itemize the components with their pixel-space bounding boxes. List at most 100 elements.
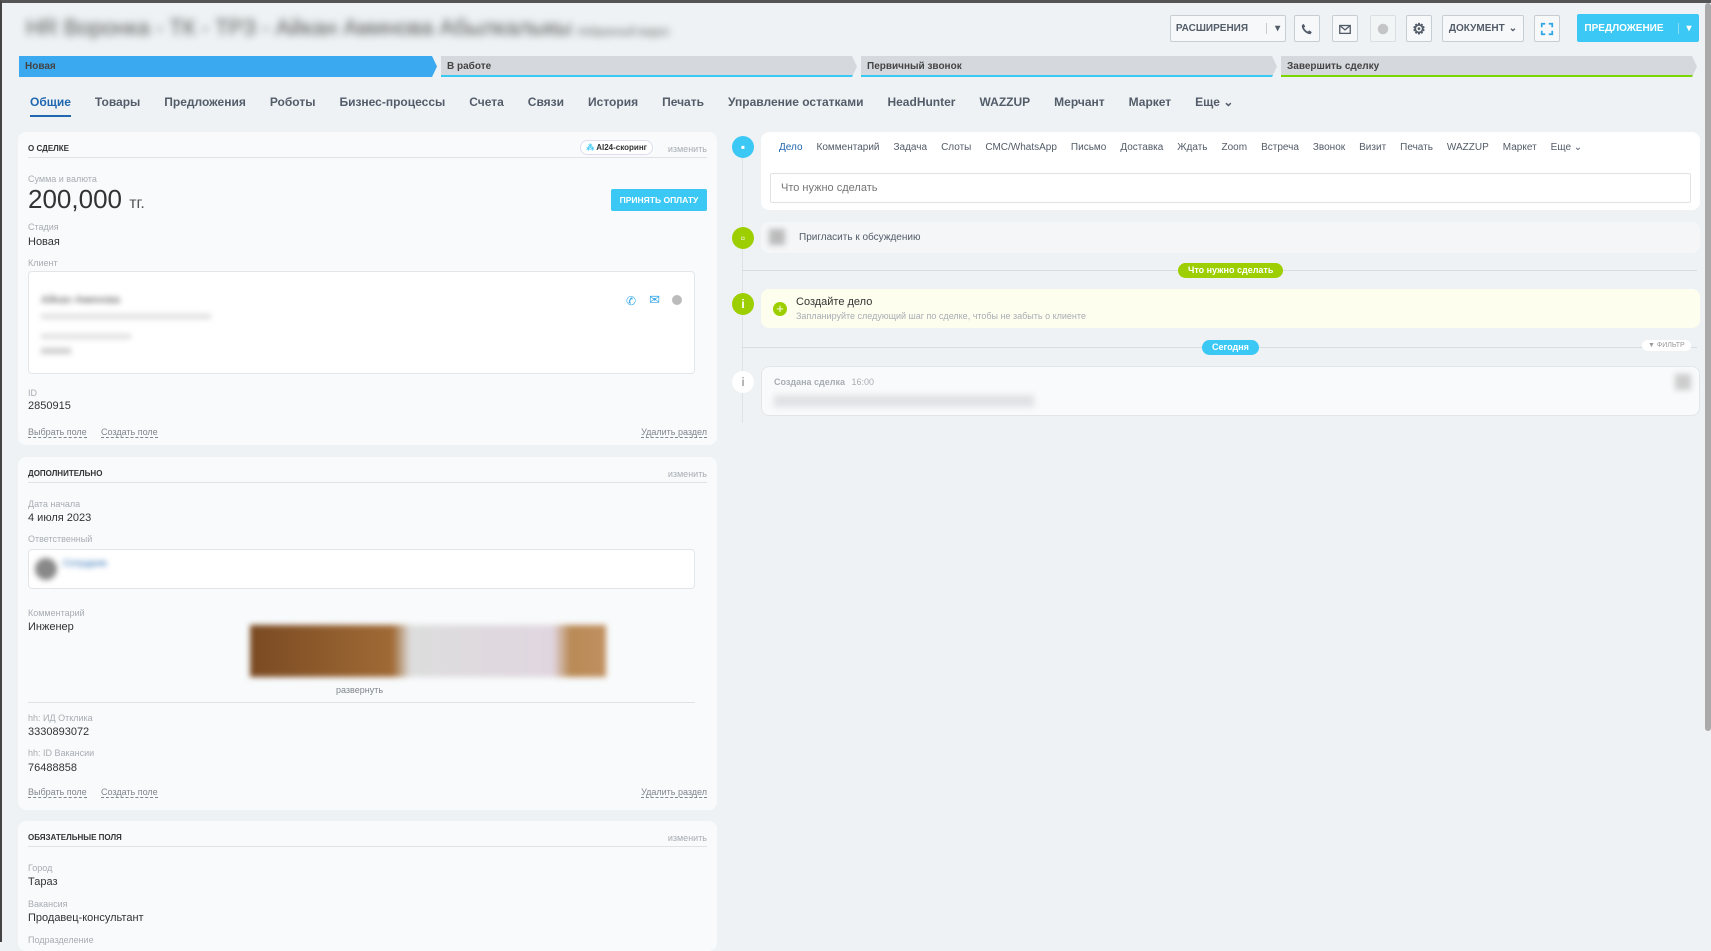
invite-block[interactable]: Пригласить к обсуждению [761,222,1700,253]
delete-section-link[interactable]: Удалить раздел [641,787,707,798]
tab-more[interactable]: Еще ⌄ [1195,95,1233,117]
stage-value: Новая [28,236,60,248]
ai-scoring-badge[interactable]: ⁂ AI24-скоринг [580,140,653,155]
tab-comment[interactable]: Комментарий [817,142,880,153]
stage-in-progress[interactable]: В работе [441,56,857,77]
edit-link[interactable]: изменить [668,833,707,843]
tab-history[interactable]: История [588,95,638,117]
tab-products[interactable]: Товары [95,95,140,117]
tab-print[interactable]: Печать [1400,142,1433,153]
edit-link[interactable]: изменить [668,469,707,479]
delete-section-link[interactable]: Удалить раздел [641,427,707,438]
create-task-hint: Запланируйте следующий шаг по сделке, чт… [796,311,1086,321]
today-pill: Сегодня [1202,340,1259,355]
amount-label: Сумма и валюта [28,174,97,184]
tab-robots[interactable]: Роботы [270,95,316,117]
chat-button[interactable] [1370,15,1396,42]
tab-wait[interactable]: Ждать [1177,142,1207,153]
activity-editor: Дело Комментарий Задача Слоты СМС/WhatsA… [761,132,1700,210]
create-task-title[interactable]: Создайте дело [796,296,872,308]
city-value: Тараз [28,876,58,888]
tab-general[interactable]: Общие [30,95,71,117]
tab-bizproc[interactable]: Бизнес-процессы [339,95,445,117]
fullscreen-button[interactable] [1534,15,1560,42]
document-button[interactable]: ДОКУМЕНТ ⌄ [1442,15,1524,42]
tab-task[interactable]: Дело [779,142,803,153]
tab-email[interactable]: Письмо [1071,142,1106,153]
stage-new[interactable]: Новая [19,56,437,77]
choose-field-link[interactable]: Выбрать поле [28,427,87,438]
filter-icon: ▼ [1648,342,1655,349]
comment-image [250,625,606,677]
tab-wazzup[interactable]: WAZZUP [1447,142,1489,153]
expand-link[interactable]: развернуть [336,685,383,695]
fullscreen-icon [1540,22,1554,35]
hh-vacancy-id-label: hh: ID Вакансии [28,748,95,758]
discussion-icon: ▫ [732,227,754,249]
edit-link[interactable]: изменить [668,144,707,154]
tab-todo[interactable]: Задача [894,142,928,153]
tab-market[interactable]: Маркет [1129,95,1172,117]
id-label: ID [28,388,37,398]
responsible-block: Сотрудник [28,549,695,589]
tab-zoom[interactable]: Zoom [1222,142,1248,153]
hh-response-id-value: 3330893072 [28,726,90,738]
choose-field-link[interactable]: Выбрать поле [28,787,87,798]
stage-finish[interactable]: Завершить сделку [1281,56,1697,77]
stage-first-call[interactable]: Первичный звонок [861,56,1277,77]
tab-visit[interactable]: Визит [1359,142,1386,153]
tab-headhunter[interactable]: HeadHunter [887,95,955,117]
vacancy-label: Вакансия [28,899,68,909]
chevron-down-icon[interactable]: ▾ [1677,22,1692,34]
phone-icon[interactable]: ✆ [626,294,636,308]
responsible-name[interactable]: Сотрудник [63,558,107,568]
activity-input[interactable] [770,173,1691,203]
tab-slots[interactable]: Слоты [941,142,971,153]
create-field-link[interactable]: Создать поле [101,787,158,798]
todo-pill: Что нужно сделать [1178,263,1284,278]
tab-stock[interactable]: Управление остатками [728,95,863,117]
section-title: обязательные поля [28,821,707,847]
invite-text[interactable]: Пригласить к обсуждению [799,232,920,243]
tab-offers[interactable]: Предложения [164,95,246,117]
tab-sms[interactable]: СМС/WhatsApp [985,142,1057,153]
chat-icon [1377,23,1389,34]
hh-response-id-label: hh: ИД Отклика [28,713,93,723]
chat-icon[interactable] [672,295,682,305]
tab-links[interactable]: Связи [528,95,564,117]
tab-invoices[interactable]: Счета [469,95,504,117]
section-title: дополнительно [28,457,707,483]
required-fields-section: обязательные поля изменить Город Тараз В… [18,821,717,951]
client-name[interactable]: Айкан Аминова [41,294,120,306]
tab-more[interactable]: Еще ⌄ [1551,142,1583,153]
tab-print[interactable]: Печать [662,95,704,117]
hh-vacancy-id-value: 76488858 [28,762,77,774]
stage-label: Стадия [28,222,59,232]
about-deal-section: о сделке ⁂ AI24-скоринг изменить Сумма и… [18,132,717,445]
vacancy-value: Продавец-консультант [28,912,144,924]
chevron-down-icon[interactable]: ▾ [1266,23,1280,34]
tab-delivery[interactable]: Доставка [1120,142,1163,153]
scrollbar[interactable] [1705,3,1711,731]
comment-value: Инженер [28,621,74,633]
filter-button[interactable]: ▼ ФИЛЬТР [1642,340,1691,351]
create-task-block[interactable]: + Создайте дело Запланируйте следующий ш… [761,289,1700,328]
info-icon: i [732,371,754,393]
settings-button[interactable]: ⚙ [1406,15,1432,42]
date-label: Дата начала [28,499,81,509]
plus-icon[interactable]: + [773,302,787,316]
tab-wazzup[interactable]: WAZZUP [979,95,1030,117]
mail-button[interactable] [1332,15,1358,42]
extensions-button[interactable]: РАСШИРЕНИЯ ▾ [1170,15,1286,42]
accept-payment-button[interactable]: ПРИНЯТЬ ОПЛАТУ [611,189,707,211]
call-button[interactable] [1294,15,1320,42]
tab-call[interactable]: Звонок [1313,142,1345,153]
responsible-label: Ответственный [28,534,93,544]
create-field-link[interactable]: Создать поле [101,427,158,438]
mail-icon[interactable]: ✉ [649,292,660,308]
tab-market[interactable]: Маркет [1503,142,1537,153]
tab-meeting[interactable]: Встреча [1261,142,1299,153]
offer-button[interactable]: ПРЕДЛОЖЕНИЕ ▾ [1577,14,1699,42]
tab-merchant[interactable]: Мерчант [1054,95,1104,117]
gear-icon: ⚙ [1412,20,1426,38]
